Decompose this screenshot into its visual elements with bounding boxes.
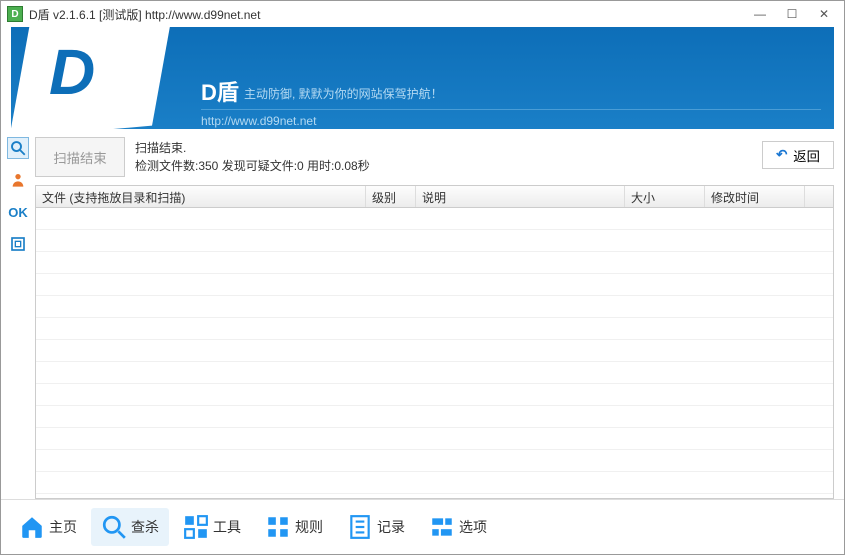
nav-logs[interactable]: 记录 (337, 508, 415, 546)
nav-scan-label: 查杀 (131, 517, 159, 537)
bottom-nav: 主页 查杀 工具 规则 记录 选项 (1, 499, 844, 553)
table-row (36, 428, 833, 450)
scan-end-button: 扫描结束 (35, 137, 125, 177)
table-row (36, 384, 833, 406)
table-header: 文件 (支持拖放目录和扫描) 级别 说明 大小 修改时间 (36, 186, 833, 208)
table-row (36, 340, 833, 362)
logs-icon (347, 514, 373, 540)
nav-rules-label: 规则 (295, 517, 323, 537)
sidebar-search-icon[interactable] (7, 137, 29, 159)
nav-rules[interactable]: 规则 (255, 508, 333, 546)
options-icon (429, 514, 455, 540)
status-text: 扫描结束. 检测文件数:350 发现可疑文件:0 用时:0.08秒 (135, 137, 752, 175)
nav-home[interactable]: 主页 (9, 508, 87, 546)
table-row (36, 362, 833, 384)
banner: D D盾 主动防御, 默默为你的网站保驾护航！ http://www.d99ne… (11, 27, 834, 129)
sidebar-user-icon[interactable] (7, 169, 29, 191)
nav-tools-label: 工具 (213, 517, 241, 537)
home-icon (19, 514, 45, 540)
table-row (36, 450, 833, 472)
table-row (36, 208, 833, 230)
table-row (36, 318, 833, 340)
window-title: D盾 v2.1.6.1 [测试版] http://www.d99net.net (29, 6, 742, 23)
back-button-label: 返回 (793, 146, 820, 165)
table-row (36, 274, 833, 296)
table-body[interactable] (36, 208, 833, 494)
sidebar-square-icon[interactable] (7, 233, 29, 255)
table-row (36, 296, 833, 318)
close-button[interactable]: ✕ (810, 4, 838, 24)
logo: D (11, 27, 181, 129)
table-row (36, 252, 833, 274)
banner-name: D盾 (201, 75, 239, 107)
app-icon: D (7, 6, 23, 22)
status-line2: 检测文件数:350 发现可疑文件:0 用时:0.08秒 (135, 157, 752, 175)
banner-slogan: 主动防御, 默默为你的网站保驾护航！ (244, 85, 443, 102)
titlebar: D D盾 v2.1.6.1 [测试版] http://www.d99net.ne… (1, 1, 844, 27)
nav-scan[interactable]: 查杀 (91, 508, 169, 546)
table-row (36, 472, 833, 494)
status-line1: 扫描结束. (135, 139, 752, 157)
col-file[interactable]: 文件 (支持拖放目录和扫描) (36, 186, 366, 207)
nav-options-label: 选项 (459, 517, 487, 537)
sidebar: OK (1, 129, 35, 499)
col-size[interactable]: 大小 (625, 186, 705, 207)
table-row (36, 406, 833, 428)
nav-tools[interactable]: 工具 (173, 508, 251, 546)
minimize-button[interactable]: — (746, 4, 774, 24)
col-desc[interactable]: 说明 (416, 186, 625, 207)
nav-logs-label: 记录 (377, 517, 405, 537)
status-row: 扫描结束 扫描结束. 检测文件数:350 发现可疑文件:0 用时:0.08秒 ↶… (35, 137, 834, 177)
tools-icon (183, 514, 209, 540)
table-row (36, 230, 833, 252)
banner-url: http://www.d99net.net (201, 109, 821, 128)
col-level[interactable]: 级别 (366, 186, 416, 207)
search-icon (101, 514, 127, 540)
nav-options[interactable]: 选项 (419, 508, 497, 546)
sidebar-ok-icon[interactable]: OK (7, 201, 29, 223)
col-pad (805, 186, 833, 207)
maximize-button[interactable]: ☐ (778, 4, 806, 24)
results-table: 文件 (支持拖放目录和扫描) 级别 说明 大小 修改时间 (35, 185, 834, 499)
back-button[interactable]: ↶ 返回 (762, 141, 834, 169)
nav-home-label: 主页 (49, 517, 77, 537)
col-date[interactable]: 修改时间 (705, 186, 805, 207)
rules-icon (265, 514, 291, 540)
undo-icon: ↶ (776, 147, 787, 163)
